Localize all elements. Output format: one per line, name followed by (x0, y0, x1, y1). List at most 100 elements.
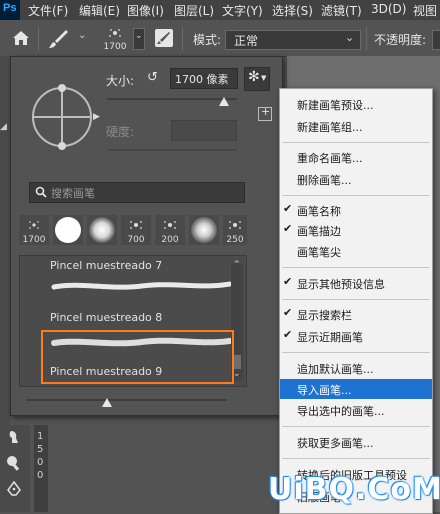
scrollbar-thumb[interactable] (233, 355, 241, 369)
tool-icon[interactable]: ◢ (0, 122, 10, 136)
brush-angle-preview[interactable] (32, 84, 92, 150)
size-label: 大小: (106, 74, 135, 88)
brush-search-field[interactable]: 搜索画笔 (29, 182, 245, 203)
home-icon[interactable] (12, 30, 30, 46)
blend-mode-select[interactable]: 正常 ⌄ (225, 30, 361, 50)
brush-preset-picker[interactable]: 1700 (100, 24, 130, 54)
brush-tip-icon (109, 29, 121, 37)
options-bar: ⌄ 1700 ⌄ 模式: 正常 ⌄ 不透明度: (0, 20, 440, 57)
menu-item-get-more-brushes[interactable]: 获取更多画笔... (280, 432, 432, 452)
hardness-label: 硬度: (106, 125, 135, 139)
pen-tool-icon[interactable] (6, 481, 22, 497)
preset-size-label: 1700 (22, 235, 46, 245)
menu-item-label: 画笔名称 (297, 205, 341, 218)
brush-tool-icon[interactable] (48, 29, 70, 49)
menu-3d[interactable]: 3D(D) (371, 2, 406, 16)
search-placeholder: 搜索画笔 (51, 187, 95, 200)
menu-view[interactable]: 视图 (413, 2, 437, 19)
photoshop-logo-icon[interactable]: Ps (0, 0, 20, 20)
sampled-brush-tip-icon (29, 221, 39, 229)
menu-item-label: 显示其他预设信息 (297, 278, 385, 291)
size-input[interactable]: 1700 像素 (170, 68, 238, 89)
roundness-handle[interactable] (58, 84, 66, 92)
checkmark-icon: ✔ (283, 222, 293, 235)
menu-item-delete-brush[interactable]: 删除画笔... (280, 169, 432, 189)
menu-item-brush-name[interactable]: ✔ 画笔名称 (280, 200, 432, 220)
panel-settings-button[interactable]: ✻ ▼ (244, 67, 270, 91)
dodge-tool-icon[interactable] (6, 455, 22, 471)
menu-item-append-default-brushes[interactable]: 追加默认画笔... (280, 358, 432, 378)
menu-item-label: 重命名画笔... (297, 152, 363, 165)
menu-item-label: 追加默认画笔... (297, 363, 374, 376)
menu-layer[interactable]: 图层(L) (174, 2, 214, 19)
brush-panel-icon (157, 32, 170, 44)
scroll-down-icon[interactable]: ⌄ (233, 369, 241, 379)
menu-separator (282, 458, 430, 459)
hardness-input (171, 120, 237, 141)
brush-settings-panel-button[interactable] (155, 29, 173, 47)
ruler-digit: 1 (37, 431, 44, 442)
menu-edit[interactable]: 编辑(E) (79, 2, 120, 19)
menu-filter[interactable]: 滤镜(T) (321, 2, 362, 19)
menu-type[interactable]: 文字(Y) (222, 2, 263, 19)
menu-item-show-preset-info[interactable]: ✔ 显示其他预设信息 (280, 273, 432, 293)
checkmark-icon: ✔ (283, 275, 293, 288)
recent-brush-preset[interactable]: 700 (121, 215, 151, 245)
size-slider[interactable] (107, 98, 237, 100)
menu-item-import-brushes[interactable]: 导入画笔... (280, 379, 432, 399)
checkmark-icon: ✔ (283, 202, 293, 215)
menu-item-show-recent-brushes[interactable]: ✔ 显示近期画笔 (280, 326, 432, 346)
recent-brush-preset[interactable]: 200 (155, 215, 185, 245)
ruler-digit: 0 (37, 470, 44, 481)
menu-separator (282, 267, 430, 268)
menu-item-label: 显示搜索栏 (297, 309, 352, 322)
brush-panel-flyout-menu: 新建画笔预设... 新建画笔组... 重命名画笔... 删除画笔... ✔ 画笔名… (279, 88, 433, 514)
menu-item-show-search-bar[interactable]: ✔ 显示搜索栏 (280, 304, 432, 324)
new-preset-button[interactable]: + (258, 105, 272, 121)
smudge-tool-icon[interactable] (6, 429, 22, 445)
angle-arrow-icon[interactable]: ▶ (93, 112, 100, 122)
scroll-up-icon[interactable]: ⌃ (233, 260, 241, 270)
menu-separator (282, 142, 430, 143)
menu-item-new-brush-group[interactable]: 新建画笔组... (280, 116, 432, 136)
mode-label: 模式: (193, 33, 222, 47)
recent-brush-preset[interactable] (87, 215, 117, 245)
preview-size-slider-thumb[interactable] (102, 398, 112, 407)
roundness-handle[interactable] (58, 142, 66, 150)
toolbar-divider (38, 27, 39, 51)
recent-brush-preset[interactable]: 250 (223, 215, 247, 245)
preview-size-slider[interactable] (27, 399, 227, 401)
opacity-input[interactable] (432, 30, 440, 50)
brush-name[interactable]: Pincel muestreado 7 (50, 259, 162, 272)
soft-round-brush-icon (191, 217, 217, 243)
recent-brush-preset[interactable] (189, 215, 219, 245)
menu-separator (282, 299, 430, 300)
brush-stroke-preview[interactable] (50, 279, 234, 293)
menu-item-brush-stroke[interactable]: ✔ 画笔描边 (280, 220, 432, 240)
menu-file[interactable]: 文件(F) (28, 2, 68, 19)
preview-axis (61, 89, 63, 145)
recent-brush-preset[interactable]: 1700 (19, 215, 49, 245)
menu-item-brush-tip[interactable]: 画笔笔尖 (280, 241, 432, 261)
recent-brush-preset[interactable] (53, 215, 83, 245)
tool-preset-chevron-icon[interactable]: ⌄ (78, 30, 86, 41)
menu-select[interactable]: 选择(S) (272, 2, 313, 19)
search-icon (35, 186, 47, 198)
ruler-digit: 5 (37, 444, 44, 455)
brush-name[interactable]: Pincel muestreado 8 (50, 311, 162, 324)
menu-image[interactable]: 图像(I) (127, 2, 164, 19)
menu-item-rename-brush[interactable]: 重命名画笔... (280, 147, 432, 167)
blend-mode-value: 正常 (234, 34, 259, 48)
tools-panel-bottom (0, 425, 30, 512)
reset-size-icon[interactable]: ↺ (147, 70, 158, 85)
size-value: 1700 像素 (175, 73, 229, 86)
menu-item-export-selected-brushes[interactable]: 导出选中的画笔... (280, 400, 432, 420)
checkmark-icon: ✔ (283, 306, 293, 319)
brush-preset-dropdown[interactable]: ⌄ (133, 28, 145, 50)
plus-icon: + (261, 105, 271, 118)
preset-size-label: 200 (161, 235, 179, 245)
size-slider-thumb[interactable] (219, 97, 229, 106)
vertical-ruler: 1 5 0 0 (34, 425, 48, 512)
menu-item-new-brush-preset[interactable]: 新建画笔预设... (280, 94, 432, 114)
hardness-slider (107, 149, 237, 151)
